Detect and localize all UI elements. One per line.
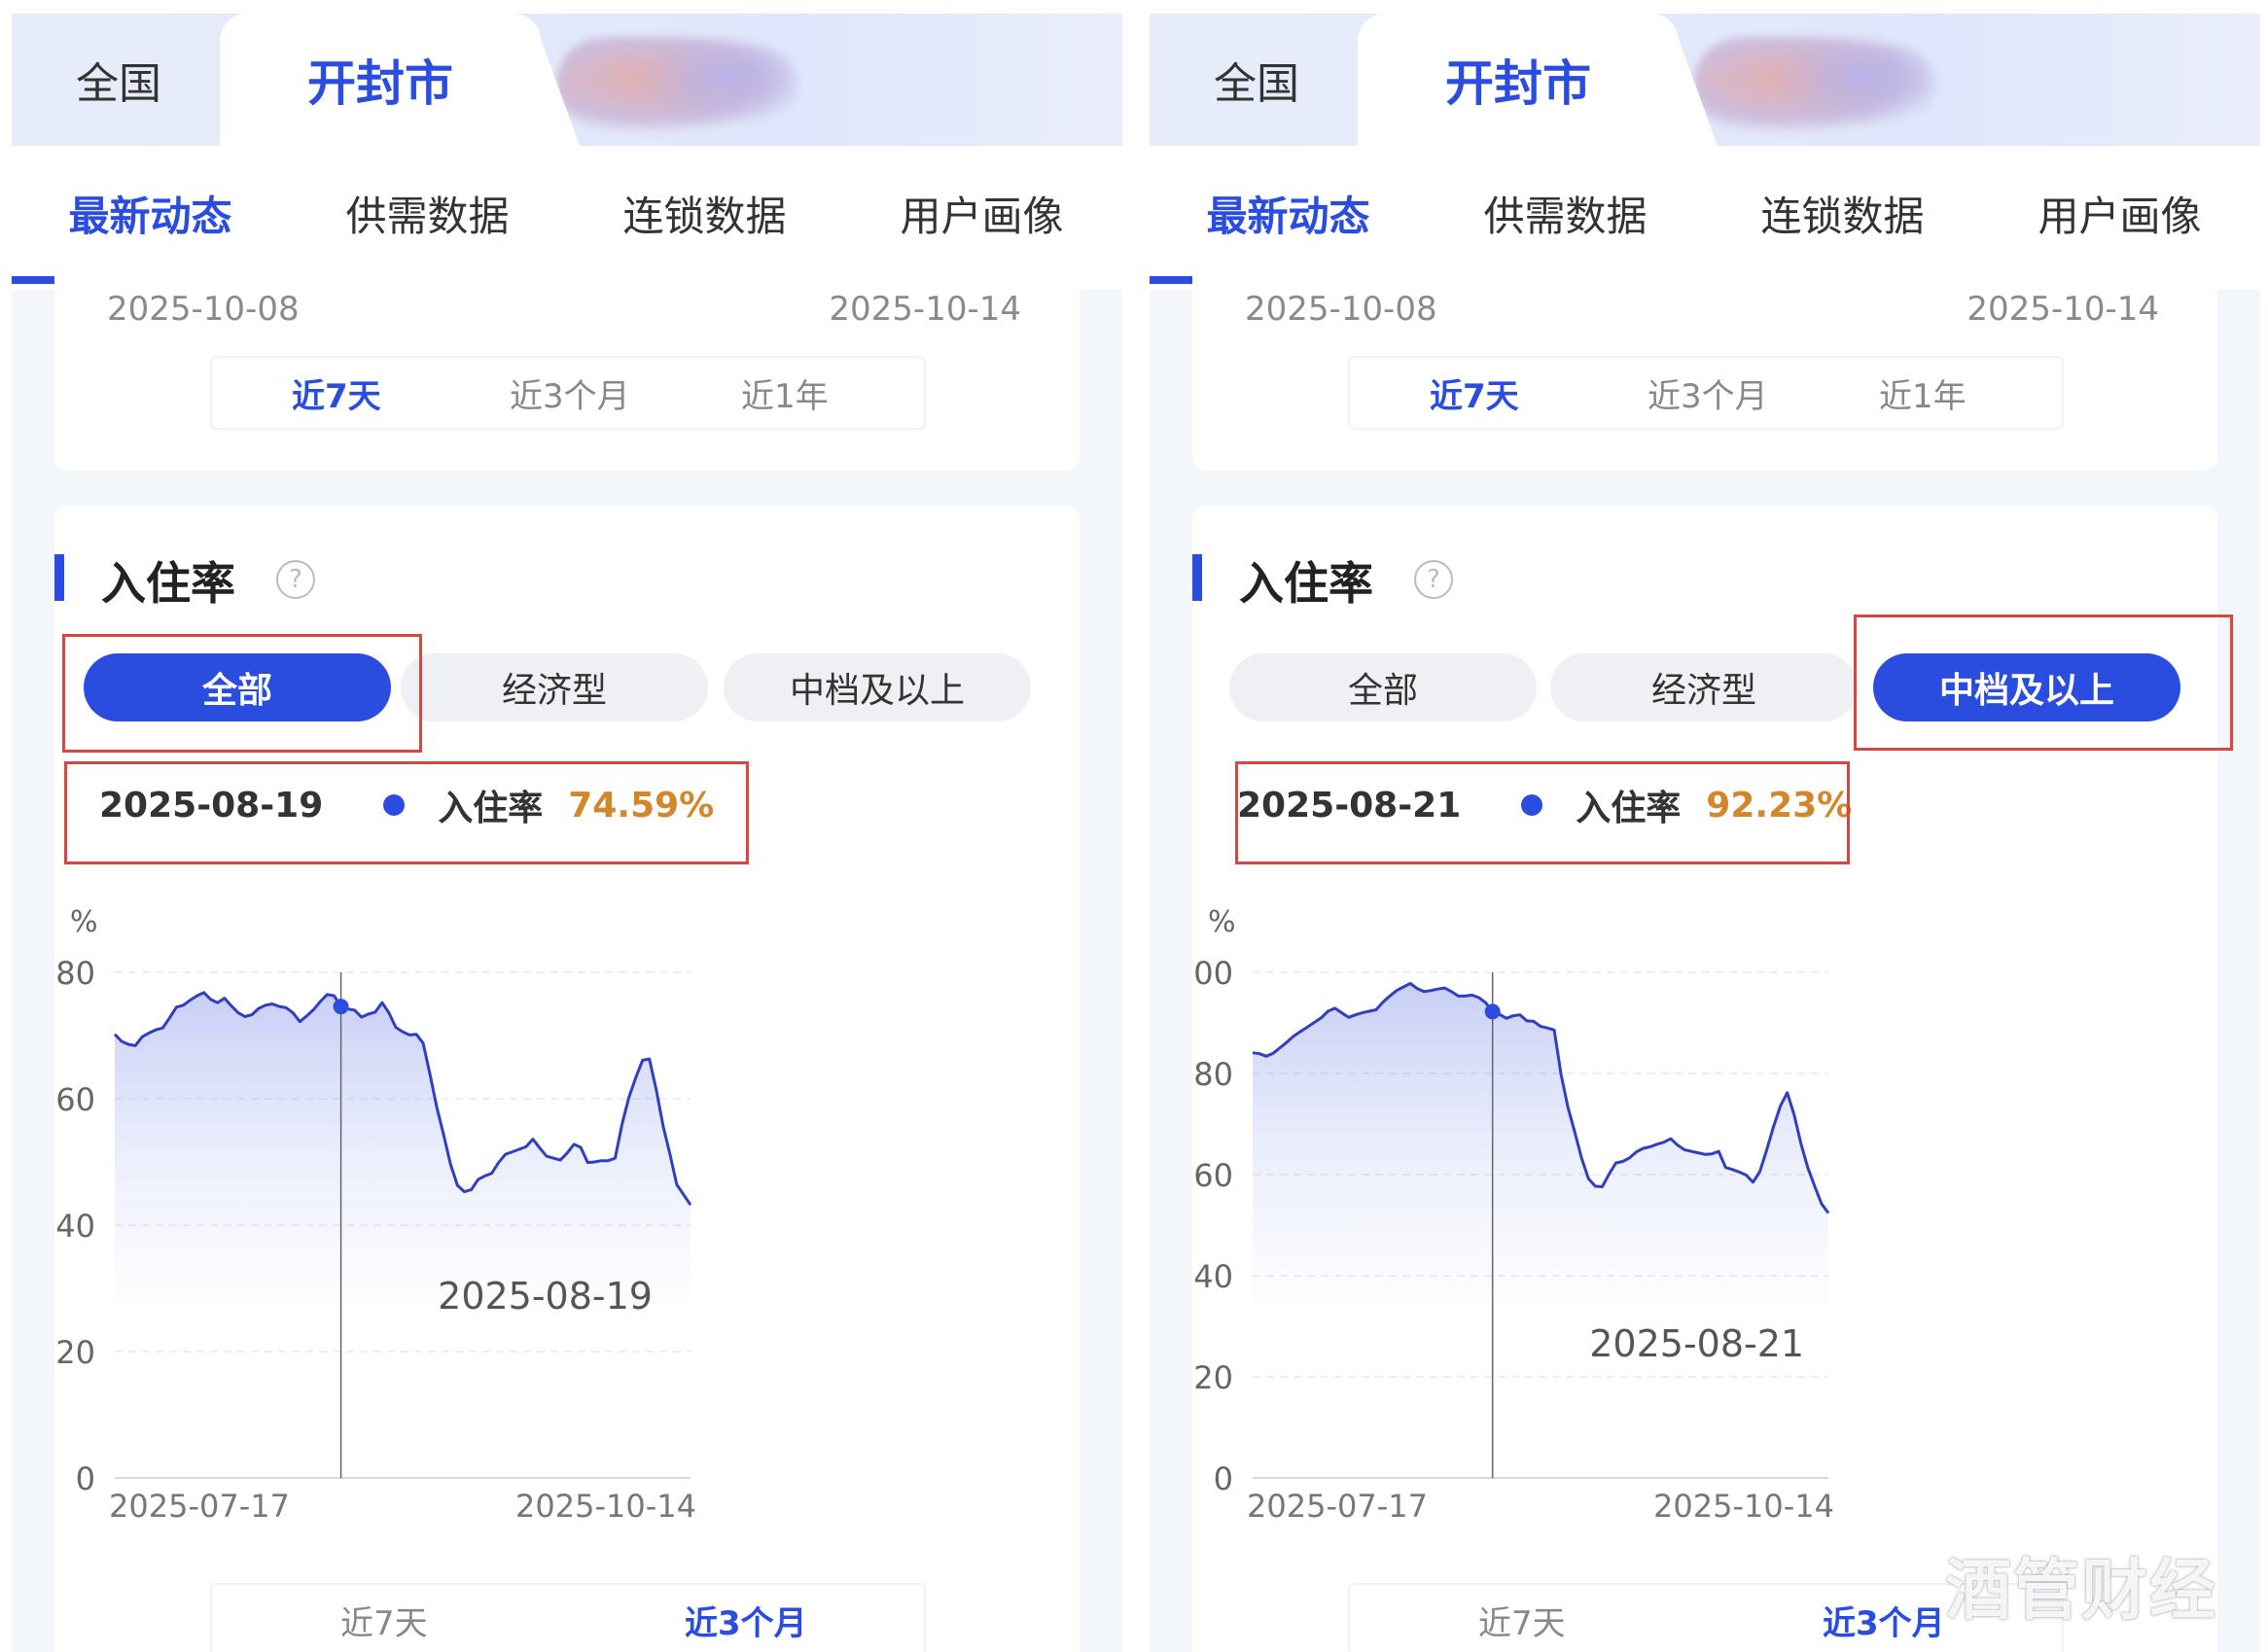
y-tick-label: 100	[1192, 955, 1233, 992]
y-tick-label: 80	[55, 955, 95, 992]
title-accent-bar	[54, 554, 64, 601]
occupancy-card: 入住率 ? 全部 经济型 中档及以上 2025-08-21 入住率 92.23%…	[1192, 506, 2233, 1652]
crosshair-point	[333, 999, 349, 1015]
bottom-range-selector: 近7天 近3个月	[210, 1583, 926, 1652]
y-tick-label: 40	[1193, 1258, 1233, 1295]
city-tab-header: 全国 开封市	[1150, 14, 2260, 146]
city-tab-national[interactable]: 全国	[1150, 14, 1364, 146]
x-start-label: 2025-07-17	[1247, 1488, 1428, 1525]
range-card: 2025-10-08 2025-10-14 近7天 近3个月 近1年	[54, 268, 1080, 471]
bottom-range-7d[interactable]: 近7天	[340, 1585, 428, 1652]
help-icon[interactable]: ?	[1414, 560, 1453, 599]
tab-chain-data[interactable]: 连锁数据	[1704, 146, 1981, 280]
filter-midscale-plus[interactable]: 中档及以上	[724, 653, 1031, 721]
help-icon[interactable]: ?	[276, 560, 315, 599]
city-tab-label: 全国	[1214, 59, 1299, 109]
city-tab-label: 全国	[76, 59, 161, 109]
y-tick-label: 40	[55, 1208, 95, 1245]
range-start-date: 2025-10-08	[1245, 290, 1437, 329]
bottom-range-3m[interactable]: 近3个月	[685, 1585, 807, 1652]
series-area	[115, 992, 691, 1303]
section-title: 入住率	[101, 557, 235, 610]
filter-all[interactable]: 全部	[1229, 653, 1537, 721]
y-tick-label: 60	[1193, 1157, 1233, 1194]
x-start-label: 2025-07-17	[109, 1488, 290, 1525]
y-tick-label: 60	[55, 1081, 95, 1118]
tab-supply-demand[interactable]: 供需数据	[289, 146, 566, 280]
range-selector: 近7天 近3个月 近1年	[1348, 356, 2064, 430]
filter-economy[interactable]: 经济型	[1550, 653, 1858, 721]
y-axis-unit: %	[70, 905, 98, 939]
tab-latest[interactable]: 最新动态	[1150, 146, 1427, 280]
city-tab-national[interactable]: 全国	[12, 14, 226, 146]
tab-supply-demand[interactable]: 供需数据	[1427, 146, 1704, 280]
right-screenshot-panel: 全国 开封市 最新动态 供需数据 连锁数据 用户画像 2025-10-08 20…	[1150, 14, 2260, 1652]
highlight-box	[1235, 761, 1850, 864]
crosshair-date-label: 2025-08-21	[1589, 1322, 1804, 1365]
range-selector: 近7天 近3个月 近1年	[210, 356, 926, 430]
tab-latest[interactable]: 最新动态	[12, 146, 289, 280]
tab-chain-data[interactable]: 连锁数据	[566, 146, 843, 280]
left-screenshot-panel: 全国 开封市 最新动态 供需数据 连锁数据 用户画像 2025-10-08 20…	[12, 14, 1122, 1652]
crosshair-date-label: 2025-08-19	[438, 1275, 653, 1318]
occupancy-card: 入住率 ? 全部 经济型 中档及以上 2025-08-19 入住率 74.59%…	[54, 506, 1080, 1652]
range-3m[interactable]: 近3个月	[510, 358, 630, 428]
city-tab-label: 开封市	[1445, 55, 1591, 112]
x-end-label: 2025-10-14	[515, 1488, 696, 1525]
highlight-box	[1854, 615, 2233, 751]
y-tick-label: 80	[1193, 1056, 1233, 1093]
y-tick-label: 20	[55, 1334, 95, 1371]
range-card: 2025-10-08 2025-10-14 近7天 近3个月 近1年	[1192, 268, 2217, 471]
city-tab-header: 全国 开封市	[12, 14, 1122, 146]
y-tick-label: 0	[76, 1460, 95, 1497]
y-tick-label: 0	[1214, 1460, 1233, 1497]
tab-user-profile[interactable]: 用户画像	[1981, 146, 2258, 280]
x-end-label: 2025-10-14	[1653, 1488, 1834, 1525]
y-tick-label: 20	[1193, 1359, 1233, 1396]
series-area	[1253, 983, 1828, 1303]
watermark-text: 酒管财经	[1945, 1553, 2218, 1630]
decorative-blob	[1772, 47, 1937, 124]
range-3m[interactable]: 近3个月	[1648, 358, 1768, 428]
y-axis-unit: %	[1208, 905, 1236, 939]
city-tab-kaifeng[interactable]: 开封市	[1358, 14, 1679, 146]
section-title: 入住率	[1239, 557, 1373, 610]
range-1y[interactable]: 近1年	[741, 358, 829, 428]
city-tab-label: 开封市	[307, 55, 453, 112]
tab-user-profile[interactable]: 用户画像	[843, 146, 1120, 280]
occupancy-chart[interactable]: 80 60 40 20 0% 2025-08-19 2025-07-17 2025-10-14	[54, 865, 1080, 1604]
title-accent-bar	[1192, 554, 1202, 601]
filter-economy[interactable]: 经济型	[401, 653, 708, 721]
occupancy-chart[interactable]: 100 80 60 40 20 0% 2025-08-21 2025-07-17 2025-10…	[1192, 865, 2217, 1604]
range-end-date: 2025-10-14	[829, 290, 1021, 329]
crosshair-point	[1484, 1003, 1501, 1020]
highlight-box	[64, 761, 749, 864]
bottom-range-3m[interactable]: 近3个月	[1823, 1585, 1945, 1652]
city-tab-kaifeng[interactable]: 开封市	[220, 14, 541, 146]
range-7d[interactable]: 近7天	[292, 358, 381, 428]
decorative-blob	[634, 47, 799, 124]
range-end-date: 2025-10-14	[1967, 290, 2159, 329]
bottom-range-7d[interactable]: 近7天	[1478, 1585, 1566, 1652]
range-1y[interactable]: 近1年	[1879, 358, 1967, 428]
highlight-box	[62, 634, 422, 753]
range-7d[interactable]: 近7天	[1430, 358, 1519, 428]
range-start-date: 2025-10-08	[107, 290, 300, 329]
